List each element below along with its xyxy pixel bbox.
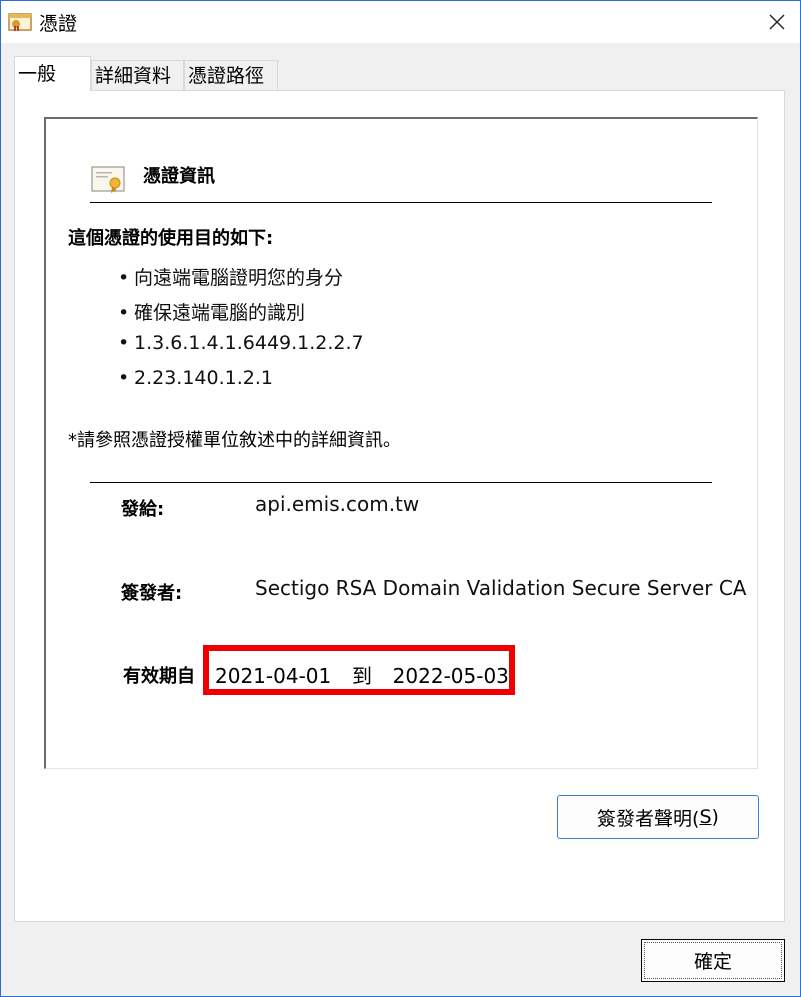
purpose-title: 這個憑證的使用目的如下:: [68, 228, 274, 249]
issued-by-value: Sectigo RSA Domain Validation Secure Ser…: [255, 576, 747, 600]
tab-details[interactable]: 詳細資料: [91, 60, 184, 90]
valid-from-date: 2021-04-01: [215, 664, 332, 688]
tab-certification-path[interactable]: 憑證路徑: [184, 60, 278, 90]
heading-divider: [90, 202, 712, 203]
list-item: • 2.23.140.1.2.1: [118, 367, 273, 389]
list-item: • 向遠端電腦證明您的身分: [118, 267, 344, 289]
close-icon: [769, 14, 785, 30]
issued-by-label: 簽發者:: [121, 583, 183, 604]
list-item: • 確保遠端電腦的識別: [118, 302, 306, 324]
list-item: • 1.3.6.1.4.1.6449.1.2.2.7: [118, 332, 364, 354]
issued-to-value: api.emis.com.tw: [255, 492, 420, 516]
certificate-icon: [8, 13, 32, 31]
issuer-statement-button[interactable]: 簽發者聲明(S): [557, 795, 759, 839]
window-title: 憑證: [39, 13, 78, 35]
ok-button[interactable]: 確定: [641, 939, 785, 982]
certificate-info-heading: 憑證資訊: [143, 166, 215, 187]
valid-to-date: 2022-05-03: [392, 664, 509, 688]
certificate-dialog: 憑證 一般 詳細資料 憑證路徑 憑證資訊 這個憑證的使用目的如下: • 向遠端電腦…: [0, 0, 801, 997]
valid-from-label: 有效期自: [123, 666, 195, 687]
fields-divider: [90, 482, 712, 483]
issued-to-label: 發給:: [121, 499, 165, 520]
title-bar: 憑證: [1, 1, 800, 43]
valid-to-separator: 到: [351, 664, 372, 688]
issuer-statement-note: *請參照憑證授權單位敘述中的詳細資訊。: [68, 430, 401, 451]
close-button[interactable]: [754, 1, 800, 43]
certificate-icon: [91, 166, 125, 193]
validity-range: 2021-04-01 到 2022-05-03: [215, 660, 509, 689]
tab-general[interactable]: 一般: [14, 56, 91, 91]
